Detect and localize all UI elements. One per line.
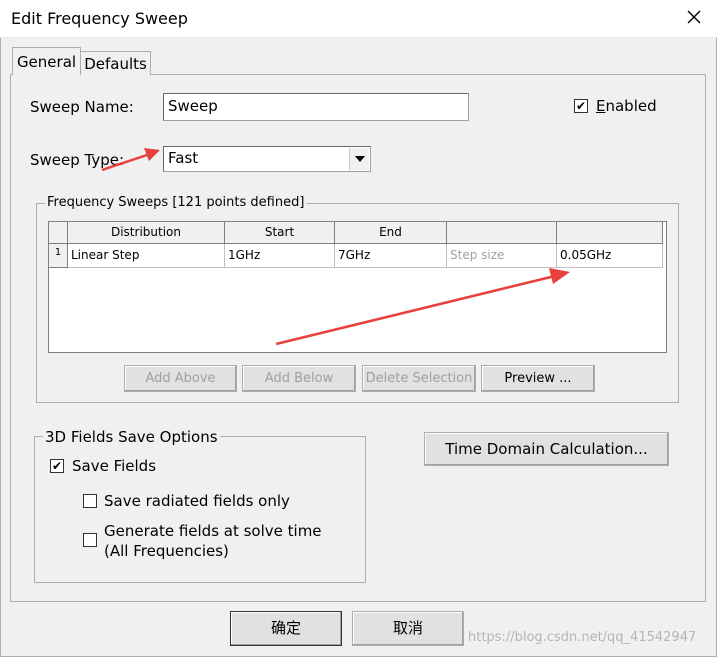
dropdown-button[interactable] [349,148,369,170]
cell-distribution[interactable]: Linear Step [68,244,225,268]
save-radiated-label: Save radiated fields only [104,492,290,510]
checkmark-icon: ✔ [52,459,63,473]
tab-defaults[interactable]: Defaults [81,51,151,75]
checkmark-icon: ✔ [576,99,587,113]
title-bar: Edit Frequency Sweep [0,0,717,38]
column-header-5[interactable] [557,222,663,244]
column-header-4[interactable] [447,222,557,244]
cell-step-value[interactable]: 0.05GHz [557,244,663,268]
column-header-end[interactable]: End [335,222,447,244]
cell-start[interactable]: 1GHz [225,244,335,268]
sweep-type-label: Sweep Type: [30,151,125,169]
watermark: https://blog.csdn.net/qq_41542947 [468,630,697,645]
preview-button[interactable]: Preview ... [481,365,595,392]
save-fields-label: Save Fields [72,457,157,475]
cell-step-label: Step size [447,244,557,268]
time-domain-calculation-button[interactable]: Time Domain Calculation... [424,432,669,466]
enabled-checkbox[interactable]: ✔ [574,99,588,113]
frequency-sweeps-legend: Frequency Sweeps [121 points defined] [45,195,307,210]
fields-save-legend: 3D Fields Save Options [43,428,220,446]
sweep-table[interactable]: Distribution Start End 1 Linear Step 1GH… [48,221,667,353]
sweep-name-label: Sweep Name: [30,98,134,116]
sweep-name-input[interactable]: Sweep [163,93,469,121]
ok-button[interactable]: 确定 [230,611,342,646]
table-corner [49,222,68,244]
close-icon[interactable] [685,8,703,26]
chevron-down-icon [355,156,365,162]
save-radiated-checkbox[interactable] [83,494,97,508]
save-fields-checkbox[interactable]: ✔ [50,459,64,473]
generate-fields-label: Generate fields at solve time [104,522,322,540]
sweep-type-select[interactable]: Fast [163,146,371,172]
enabled-label: Enabled [596,97,657,115]
column-header-start[interactable]: Start [225,222,335,244]
window-title: Edit Frequency Sweep [11,9,188,28]
cancel-button[interactable]: 取消 [352,611,464,646]
generate-fields-sublabel: (All Frequencies) [104,542,229,560]
column-header-distribution[interactable]: Distribution [68,222,225,244]
delete-selection-button[interactable]: Delete Selection [362,365,476,392]
enabled-label-rest: nabled [605,97,657,115]
row-header[interactable]: 1 [49,244,68,268]
tab-general[interactable]: General [12,47,81,75]
sweep-type-value: Fast [168,149,199,167]
cell-end[interactable]: 7GHz [335,244,447,268]
add-below-button[interactable]: Add Below [242,365,356,392]
add-above-button[interactable]: Add Above [124,365,237,392]
generate-fields-checkbox[interactable] [83,533,97,547]
